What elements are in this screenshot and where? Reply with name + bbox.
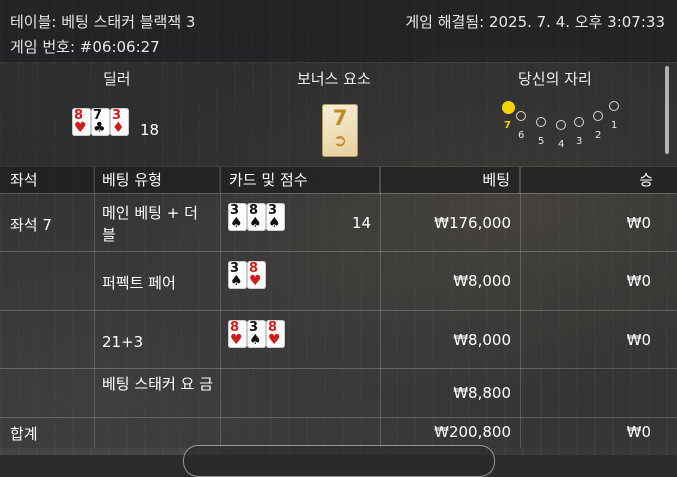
row-divider <box>0 193 677 194</box>
playing-card: 8 ♥ <box>228 319 247 348</box>
dealer-label: 딜러 <box>103 70 131 88</box>
playing-card: 8 ♥ <box>266 319 285 348</box>
table-title: 테이블: 베팅 스태커 블랙잭 3 <box>10 13 196 31</box>
win-cell: ₩0 <box>626 272 651 290</box>
card-suit-icon: ♠ <box>268 214 281 231</box>
total-row: 합계 ₩200,800 ₩0 <box>0 418 677 448</box>
card-suit-icon: ♠ <box>249 214 262 231</box>
score-cell: 14 <box>352 213 372 232</box>
row-divider <box>0 251 677 252</box>
total-bet: ₩200,800 <box>434 423 511 441</box>
card-suit-icon: ♠ <box>230 273 243 289</box>
playing-card: 8 ♠ <box>247 202 266 231</box>
seat-4-indicator <box>556 120 566 130</box>
playing-card: 8 ♥ <box>247 261 266 289</box>
column-divider <box>220 167 221 448</box>
column-header-bet-type: 베팅 유형 <box>94 167 219 193</box>
bet-cell: ₩8,000 <box>453 330 511 349</box>
card-suit-icon: ♥ <box>268 331 281 348</box>
bet-type-cell: 메인 베팅 + 더 블 <box>102 204 198 244</box>
table-row: 퍼펙트 페어 3 ♠ 8 ♥ ₩8,000 ₩0 <box>0 252 677 310</box>
seat-3-indicator <box>574 117 584 127</box>
bonus-card-icon: ➲ <box>332 131 348 151</box>
bet-cell: ₩8,000 <box>453 272 511 290</box>
bonus-card: 7 ➲ <box>322 104 358 157</box>
card-suit-icon: ♥ <box>230 331 243 348</box>
seat-7-indicator <box>502 101 515 114</box>
playing-card: 3 ♠ <box>247 319 266 348</box>
total-label: 합계 <box>10 425 38 443</box>
bet-history-panel: 테이블: 베팅 스태커 블랙잭 3 게임 번호: #06:06:27 게임 해결… <box>0 0 677 477</box>
close-button[interactable] <box>183 445 495 477</box>
seat-number: 2 <box>595 130 602 141</box>
row-divider <box>0 310 677 311</box>
seat-number: 1 <box>611 120 618 131</box>
playing-card: 3 ♠ <box>228 261 247 289</box>
seat-5-indicator <box>536 117 546 127</box>
row-divider <box>0 417 677 418</box>
seat-cell: 좌석 7 <box>10 215 52 234</box>
seat-number: 6 <box>518 130 525 141</box>
playing-card: 8 ♥ <box>72 108 91 136</box>
bet-cell: ₩8,800 <box>453 384 511 402</box>
card-suit-icon: ♠ <box>230 214 243 231</box>
column-divider <box>94 167 95 448</box>
total-win: ₩0 <box>626 423 651 441</box>
row-divider <box>0 368 677 369</box>
card-suit-icon: ♦ <box>112 120 125 136</box>
bet-type-cell: 퍼펙트 페어 <box>102 274 176 292</box>
column-header-win: 승 <box>520 167 677 193</box>
column-divider <box>380 167 381 448</box>
table-row: 베팅 스태커 요 금 ₩8,800 <box>0 369 677 417</box>
column-header-cards: 카드 및 점수 <box>220 167 379 193</box>
scrollbar[interactable] <box>665 66 669 154</box>
table-row: 좌석 7 메인 베팅 + 더 블 3 ♠ 8 ♠ 3 ♠ 14 ₩176,000 ₩0 <box>0 194 677 251</box>
column-header-bet: 베팅 <box>380 167 519 193</box>
seat-6-indicator <box>516 111 526 121</box>
game-header: 테이블: 베팅 스태커 블랙잭 3 게임 번호: #06:06:27 게임 해결… <box>0 0 677 62</box>
bonus-card-rank: 7 <box>332 106 348 130</box>
game-resolved-time: 게임 해결됨: 2025. 7. 4. 오후 3:07:33 <box>405 13 665 31</box>
playing-card: 3 ♠ <box>228 202 247 231</box>
card-suit-icon: ♠ <box>249 331 262 348</box>
seat-2-indicator <box>593 111 603 121</box>
your-seat-label: 당신의 자리 <box>518 70 592 88</box>
card-suit-icon: ♥ <box>249 273 262 289</box>
column-header-seat: 좌석 <box>0 167 93 193</box>
seat-number: 5 <box>538 136 545 147</box>
bet-type-cell: 21+3 <box>102 332 144 351</box>
bet-type-cell: 베팅 스태커 요 금 <box>102 375 213 393</box>
card-suit-icon: ♣ <box>93 120 106 136</box>
bonus-label: 보너스 요소 <box>297 70 371 88</box>
seat-1-indicator <box>609 101 619 111</box>
win-cell: ₩0 <box>626 330 651 349</box>
bet-cell: ₩176,000 <box>434 213 511 232</box>
playing-card: 3 ♠ <box>266 202 285 231</box>
playing-card: 3 ♦ <box>110 108 129 136</box>
win-cell: ₩0 <box>626 213 651 232</box>
card-suit-icon: ♥ <box>74 120 87 136</box>
seat-number: 3 <box>576 136 583 147</box>
seat-number: 7 <box>504 120 511 131</box>
game-number: 게임 번호: #06:06:27 <box>10 38 160 56</box>
table-row: 21+3 8 ♥ 3 ♠ 8 ♥ ₩8,000 ₩0 <box>0 311 677 368</box>
column-divider <box>520 167 521 448</box>
dealer-score: 18 <box>140 121 160 139</box>
playing-card: 7 ♣ <box>91 108 110 136</box>
seat-number: 4 <box>558 139 565 150</box>
